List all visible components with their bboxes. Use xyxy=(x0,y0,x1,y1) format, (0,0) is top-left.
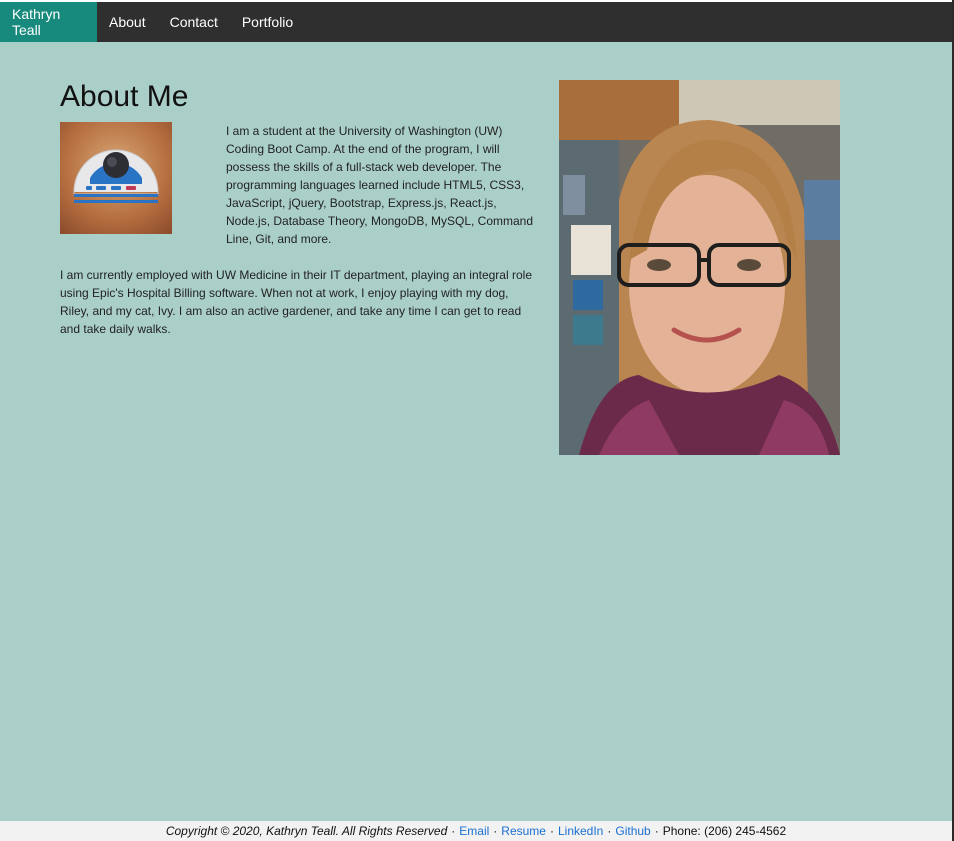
footer-link-email[interactable]: Email xyxy=(459,824,489,838)
footer-link-github[interactable]: Github xyxy=(615,824,650,838)
footer-separator: · xyxy=(549,824,554,838)
footer: Copyright © 2020, Kathryn Teall. All Rig… xyxy=(0,821,952,841)
phone-text: Phone: (206) 245-4562 xyxy=(662,824,787,838)
brand-link[interactable]: Kathryn Teall xyxy=(0,2,97,42)
footer-separator: · xyxy=(607,824,612,838)
nav-link-about[interactable]: About xyxy=(97,2,158,42)
footer-separator: · xyxy=(493,824,498,838)
about-section: About Me I am a student at the Universit… xyxy=(60,80,540,338)
robot-dome-icon xyxy=(60,122,172,234)
footer-link-resume[interactable]: Resume xyxy=(501,824,546,838)
footer-separator: · xyxy=(654,824,659,838)
intro-row: I am a student at the University of Wash… xyxy=(60,122,540,248)
profile-photo xyxy=(559,80,840,455)
navbar: Kathryn Teall About Contact Portfolio xyxy=(0,2,952,42)
copyright-text: Copyright © 2020, Kathryn Teall. All Rig… xyxy=(165,824,448,838)
footer-link-linkedin[interactable]: LinkedIn xyxy=(558,824,603,838)
page-title: About Me xyxy=(60,80,189,113)
nav-link-contact[interactable]: Contact xyxy=(158,2,230,42)
intro-paragraph: I am a student at the University of Wash… xyxy=(226,124,534,246)
footer-separator: · xyxy=(451,824,456,838)
work-paragraph: I am currently employed with UW Medicine… xyxy=(60,268,532,336)
nav-link-portfolio[interactable]: Portfolio xyxy=(230,2,305,42)
